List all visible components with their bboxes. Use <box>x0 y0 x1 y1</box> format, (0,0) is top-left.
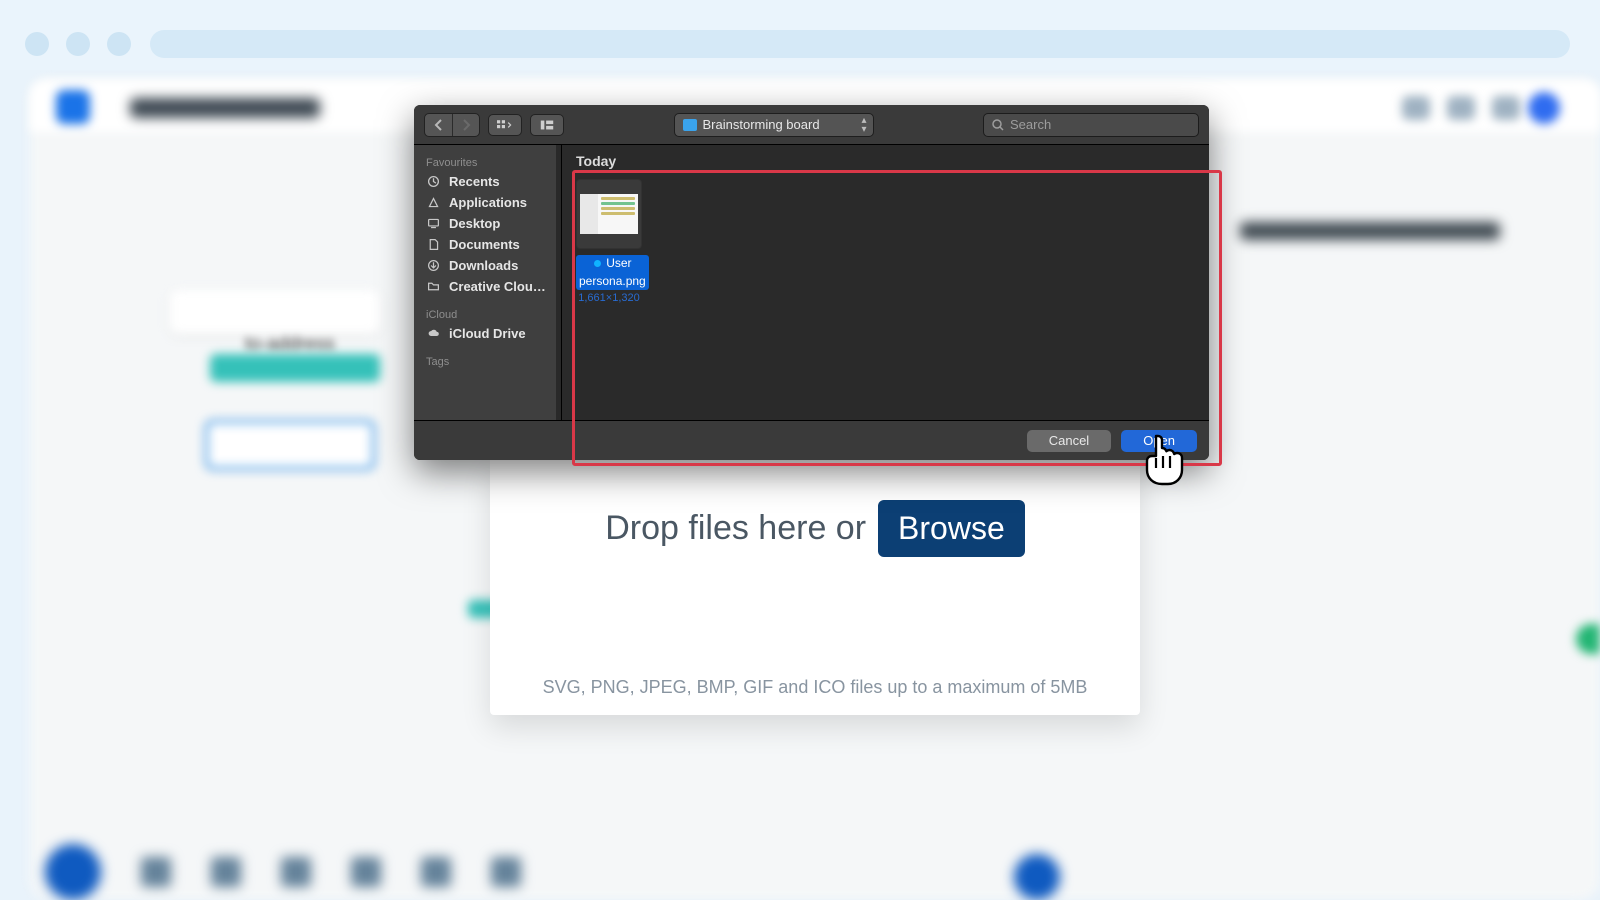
app-title <box>130 98 320 118</box>
dialog-toolbar: Brainstorming board ▴▾ Search <box>414 105 1209 145</box>
canvas-dock <box>40 844 940 900</box>
sidebar-item-label: Applications <box>449 195 527 210</box>
sidebar-item-label: Documents <box>449 237 520 252</box>
sidebar-item-label: iCloud Drive <box>449 326 526 341</box>
search-input[interactable]: Search <box>983 113 1199 137</box>
window-dot <box>25 32 49 56</box>
file-thumbnail <box>576 179 642 249</box>
upload-drop-text: Drop files here or <box>605 509 866 548</box>
dialog-sidebar: Favourites Recents Applications Desktop … <box>414 145 562 420</box>
file-dimensions-label: 1,661×1,320 <box>576 292 642 304</box>
help-button[interactable] <box>1014 854 1060 900</box>
app-logo-icon <box>56 90 90 124</box>
sync-status-icon <box>593 259 602 268</box>
canvas-text <box>1240 222 1500 240</box>
view-mode-button[interactable] <box>488 114 522 136</box>
browse-button[interactable]: Browse <box>878 500 1025 557</box>
browser-url-bar[interactable] <box>150 30 1570 58</box>
nav-history-segment <box>424 113 480 137</box>
app-avatar[interactable] <box>1528 92 1560 124</box>
dock-tool[interactable] <box>281 857 311 887</box>
sidebar-item-label: Downloads <box>449 258 518 273</box>
dialog-footer: Cancel Open <box>414 420 1209 460</box>
file-open-dialog: Brainstorming board ▴▾ Search Favourites… <box>414 105 1209 460</box>
chevron-updown-icon: ▴▾ <box>861 116 866 134</box>
file-name-label: User persona.png <box>576 255 649 290</box>
file-list-area[interactable]: Today User persona.png 1,661×1,320 <box>562 145 1209 420</box>
folder-icon <box>683 119 697 131</box>
folder-path-label: Brainstorming board <box>703 117 820 132</box>
app-header-button[interactable] <box>1447 96 1475 120</box>
dock-tool[interactable] <box>421 857 451 887</box>
dock-tool[interactable] <box>211 857 241 887</box>
cancel-button[interactable]: Cancel <box>1027 430 1111 452</box>
canvas-toolbar <box>170 290 380 334</box>
sidebar-item-applications[interactable]: Applications <box>414 192 561 213</box>
upload-hint: SVG, PNG, JPEG, BMP, GIF and ICO files u… <box>543 677 1088 698</box>
sidebar-item-creative-cloud[interactable]: Creative Clou… <box>414 276 561 297</box>
dock-add-button[interactable] <box>45 844 101 900</box>
folder-path-dropdown[interactable]: Brainstorming board ▴▾ <box>674 113 874 137</box>
sidebar-item-label: Desktop <box>449 216 500 231</box>
group-by-button[interactable] <box>530 114 564 136</box>
dock-tool[interactable] <box>351 857 381 887</box>
dock-tool[interactable] <box>141 857 171 887</box>
app-header-button[interactable] <box>1492 96 1520 120</box>
sidebar-item-recents[interactable]: Recents <box>414 171 561 192</box>
sidebar-item-desktop[interactable]: Desktop <box>414 213 561 234</box>
sidebar-item-documents[interactable]: Documents <box>414 234 561 255</box>
sidebar-section-header: iCloud <box>414 305 561 323</box>
sidebar-item-icloud-drive[interactable]: iCloud Drive <box>414 323 561 344</box>
sidebar-item-label: Recents <box>449 174 500 189</box>
app-header-button[interactable] <box>1402 96 1430 120</box>
window-dot <box>107 32 131 56</box>
search-icon <box>992 119 1004 131</box>
search-placeholder: Search <box>1010 117 1051 132</box>
canvas-node <box>1576 624 1600 654</box>
file-group-header: Today <box>562 145 1209 173</box>
upload-dropzone[interactable]: Drop files here or Browse SVG, PNG, JPEG… <box>490 460 1140 715</box>
canvas-node <box>210 354 380 382</box>
canvas-node <box>205 420 375 470</box>
nav-back-button[interactable] <box>425 114 452 136</box>
sidebar-item-label: Creative Clou… <box>449 279 546 294</box>
browser-window-dots <box>25 32 131 56</box>
sidebar-item-downloads[interactable]: Downloads <box>414 255 561 276</box>
file-item-selected[interactable]: User persona.png 1,661×1,320 <box>576 179 642 304</box>
sidebar-section-header: Tags <box>414 352 561 370</box>
cursor-pointer-icon <box>1138 432 1184 488</box>
nav-forward-button[interactable] <box>452 114 479 136</box>
browser-chrome-bar <box>0 0 1600 70</box>
sidebar-section-header: Favourites <box>414 153 561 171</box>
dock-tool[interactable] <box>491 857 521 887</box>
window-dot <box>66 32 90 56</box>
canvas-node-label: to-address <box>245 334 335 356</box>
